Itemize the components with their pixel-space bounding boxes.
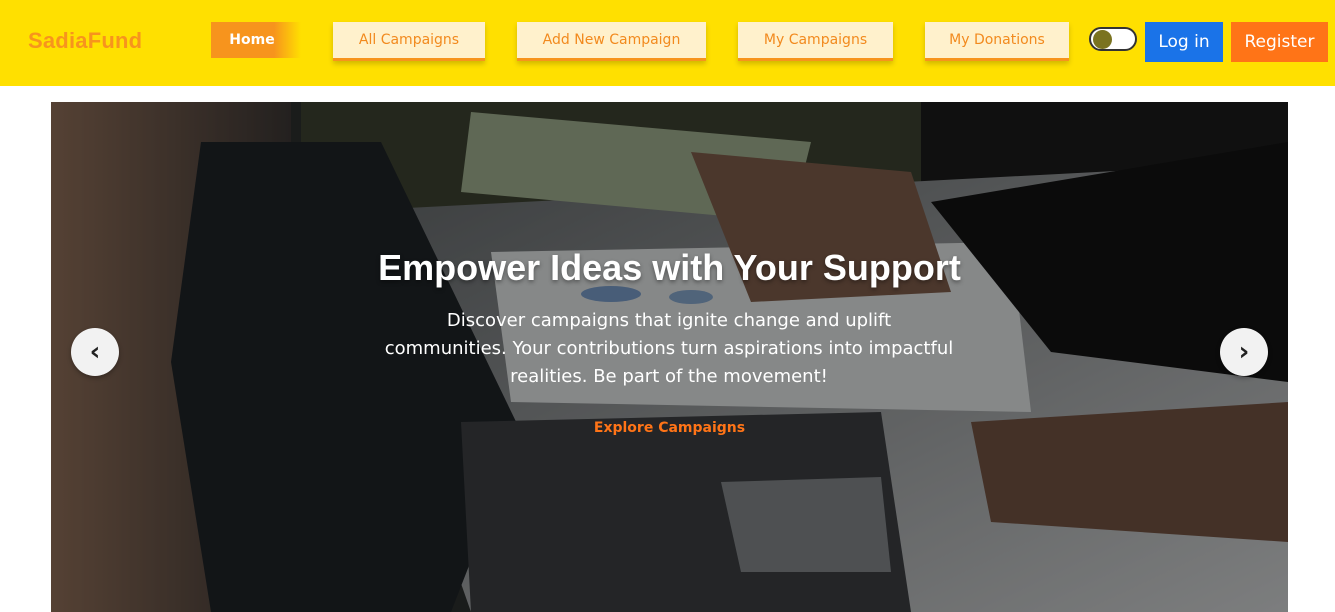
- hero-content: Empower Ideas with Your Support Discover…: [51, 102, 1288, 612]
- hero-description-line-3: realities. Be part of the movement!: [510, 366, 828, 387]
- navbar: SadiaFund Home All Campaigns Add New Cam…: [0, 0, 1335, 86]
- carousel-next-button[interactable]: ›: [1220, 328, 1268, 376]
- hero-title: Empower Ideas with Your Support: [378, 247, 961, 288]
- nav-my-donations-button[interactable]: My Donations: [925, 22, 1069, 61]
- explore-campaigns-link[interactable]: Explore Campaigns: [51, 420, 1288, 436]
- nav-home-button[interactable]: Home: [211, 22, 301, 58]
- hero-carousel: Empower Ideas with Your Support Discover…: [51, 102, 1288, 612]
- chevron-left-icon: ‹: [89, 337, 101, 367]
- carousel-prev-button[interactable]: ‹: [71, 328, 119, 376]
- login-button[interactable]: Log in: [1145, 22, 1223, 62]
- register-button[interactable]: Register: [1231, 22, 1328, 62]
- brand-logo[interactable]: SadiaFund: [28, 28, 142, 54]
- nav-all-campaigns-button[interactable]: All Campaigns: [333, 22, 485, 61]
- chevron-right-icon: ›: [1238, 337, 1250, 367]
- theme-toggle[interactable]: [1089, 27, 1137, 51]
- nav-add-campaign-button[interactable]: Add New Campaign: [517, 22, 706, 61]
- hero-description-line-1: Discover campaigns that ignite change an…: [446, 310, 892, 331]
- hero-description-line-2: communities. Your contributions turn asp…: [384, 338, 954, 359]
- hero-description: Discover campaigns that ignite change an…: [369, 307, 969, 391]
- toggle-knob: [1093, 30, 1112, 49]
- nav-my-campaigns-button[interactable]: My Campaigns: [738, 22, 893, 61]
